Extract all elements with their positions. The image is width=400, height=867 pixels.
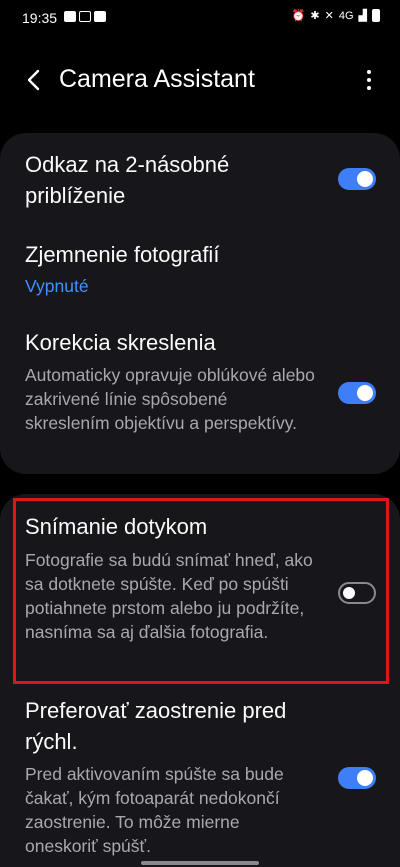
status-time: 19:35 (22, 10, 58, 26)
battery-icon (372, 9, 380, 22)
page-title: Camera Assistant (59, 65, 255, 93)
bluetooth-icon: ✱ (310, 10, 320, 22)
setting-description: Fotografie sa budú snímať hneď, ako sa d… (25, 550, 313, 642)
setting-value: Vypnuté (25, 276, 89, 296)
settings-group-2: Snímanie dotykom Fotografie sa budú sním… (0, 494, 400, 867)
setting-title: Zjemnenie fotografií (25, 242, 220, 267)
signal-icon: ▟ (358, 10, 367, 22)
app-header: Camera Assistant (0, 52, 400, 108)
gallery-icon (64, 11, 76, 22)
settings-group-1: Odkaz na 2-násobné priblíženie Zjemnenie… (0, 133, 400, 474)
setting-description: Pred aktivovaním spúšte sa bude čakať, k… (25, 764, 284, 856)
setting-title: Korekcia skreslenia (25, 330, 216, 355)
setting-touch-capture[interactable]: Snímanie dotykom Fotografie sa budú sním… (0, 498, 400, 684)
setting-prefer-focus[interactable]: Preferovať zaostrenie pred rýchl. Pred a… (0, 684, 400, 867)
back-button[interactable] (22, 62, 50, 98)
setting-title: Preferovať zaostrenie pred rýchl. (25, 698, 287, 754)
more-options-button[interactable] (362, 66, 376, 94)
network-type: 4G (338, 9, 354, 22)
toggle-switch[interactable] (338, 767, 376, 789)
setting-distortion-correction[interactable]: Korekcia skreslenia Automaticky opravuje… (0, 313, 400, 474)
setting-title: Snímanie dotykom (25, 514, 208, 539)
toggle-switch[interactable] (338, 382, 376, 404)
setting-title: Odkaz na 2-násobné priblíženie (25, 152, 230, 208)
alarm-icon: ⏰ (291, 10, 306, 22)
setting-description: Automaticky opravuje oblúkové alebo zakr… (25, 365, 315, 433)
setting-2x-zoom-shortcut[interactable]: Odkaz na 2-násobné priblíženie (0, 133, 400, 233)
notification-icons (64, 11, 106, 22)
back-arrow-icon (27, 69, 40, 91)
more-vert-icon (367, 70, 371, 74)
status-bar: 19:35 ⏰ ✱ ✕ 4G ▟ (0, 0, 400, 36)
toggle-switch[interactable] (338, 168, 376, 190)
toggle-switch[interactable] (338, 582, 376, 604)
mute-icon: ✕ (324, 10, 334, 22)
mail-icon (94, 11, 106, 22)
camera-icon (79, 11, 91, 22)
system-icons: ⏰ ✱ ✕ 4G ▟ (292, 9, 380, 22)
setting-photo-smoothing[interactable]: Zjemnenie fotografií Vypnuté (0, 233, 400, 313)
home-indicator (141, 861, 259, 865)
